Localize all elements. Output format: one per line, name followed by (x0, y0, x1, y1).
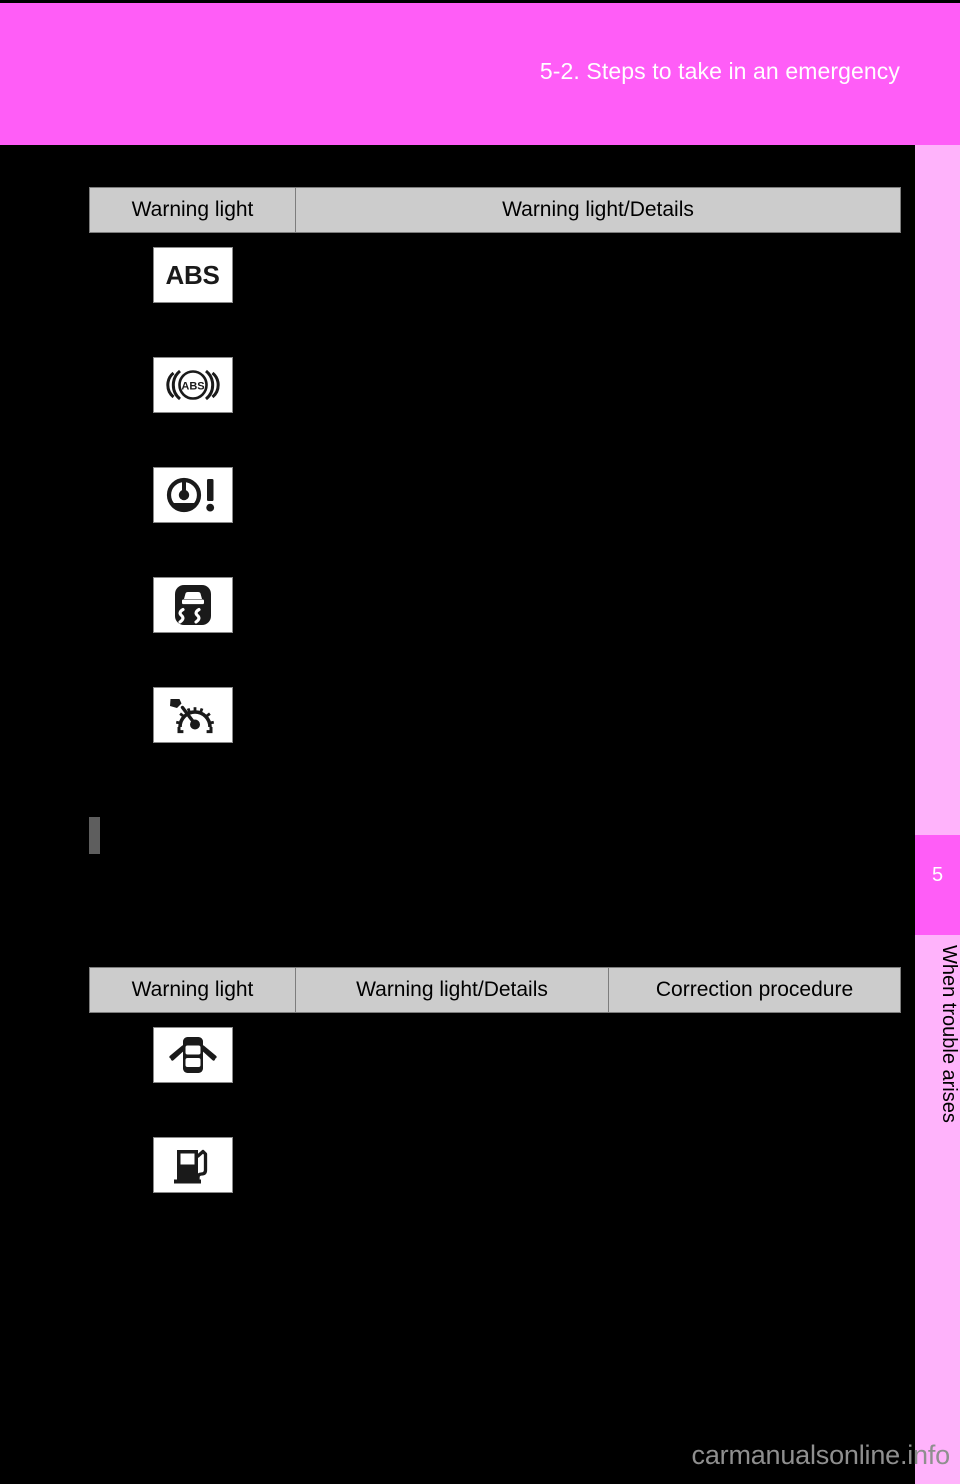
column-header-warning-light: Warning light (89, 187, 296, 233)
section-marker-bullet (89, 817, 100, 854)
correction-procedure-cell (608, 1123, 901, 1233)
warning-light-details-cell (295, 343, 901, 453)
table-row (89, 563, 901, 673)
warning-light-cell (89, 673, 296, 783)
column-header-correction-procedure: Correction procedure (608, 967, 901, 1013)
low-fuel-icon (152, 1137, 233, 1193)
warning-light-details-cell (295, 453, 901, 563)
chapter-tab[interactable]: 5 (915, 835, 960, 935)
power-steering-glyph (166, 477, 214, 513)
column-header-warning-light-details: Warning light/Details (295, 967, 609, 1013)
vsc-skid-control-icon (152, 577, 233, 633)
chapter-sidebar: 5 When trouble arises (915, 145, 960, 1484)
warning-light-cell (89, 1012, 296, 1123)
site-watermark: carmanualsonline.info (691, 1440, 951, 1470)
warning-light-details-cell (295, 1012, 609, 1123)
abs-brake-system-icon: ABS (152, 357, 233, 413)
content-area: Warning light Warning light/Details ABS (0, 145, 915, 1484)
warning-light-details-cell (295, 1123, 609, 1233)
warning-light-cell: ABS (89, 232, 296, 343)
abs-text-icon: ABS (152, 247, 233, 303)
chapter-number: 5 (931, 864, 944, 886)
abs-icon-label: ABS (165, 260, 220, 290)
low-fuel-glyph (173, 1149, 207, 1184)
warning-light-details-cell (295, 232, 901, 343)
abs-brake-system-glyph: ABS (165, 369, 220, 401)
table-row (89, 1123, 901, 1233)
table-header-row: Warning light Warning light/Details Corr… (89, 967, 901, 1013)
manual-page: 5-2. Steps to take in an emergency Warni… (0, 0, 960, 1484)
open-door-icon (152, 1027, 233, 1083)
table-row (89, 1012, 901, 1123)
warning-light-details-cell (295, 673, 901, 783)
warning-light-table-lower: Warning light Warning light/Details Corr… (89, 967, 901, 1233)
column-header-warning-light: Warning light (89, 967, 296, 1013)
table-header-row: Warning light Warning light/Details (89, 187, 901, 233)
speed-limiter-gauge-glyph (169, 699, 214, 734)
page-header-band: 5-2. Steps to take in an emergency (0, 3, 960, 145)
vsc-skid-control-glyph (174, 585, 211, 625)
open-door-glyph (168, 1037, 217, 1073)
table-row: ABS (89, 232, 901, 343)
warning-light-cell (89, 453, 296, 563)
column-header-warning-light-details: Warning light/Details (295, 187, 901, 233)
warning-light-cell (89, 563, 296, 673)
page-title: 5-2. Steps to take in an emergency (539, 58, 900, 84)
chapter-label: When trouble arises (938, 945, 960, 1123)
table-row (89, 453, 901, 563)
warning-light-cell (89, 1123, 296, 1233)
warning-light-details-cell (295, 563, 901, 673)
power-steering-icon (152, 467, 233, 523)
speed-limiter-gauge-icon (152, 687, 233, 743)
warning-light-table-upper: Warning light Warning light/Details ABS (89, 187, 901, 783)
warning-light-cell: ABS (89, 343, 296, 453)
correction-procedure-cell (608, 1012, 901, 1123)
table-row: ABS (89, 343, 901, 453)
svg-text:ABS: ABS (181, 381, 204, 393)
table-row (89, 673, 901, 783)
